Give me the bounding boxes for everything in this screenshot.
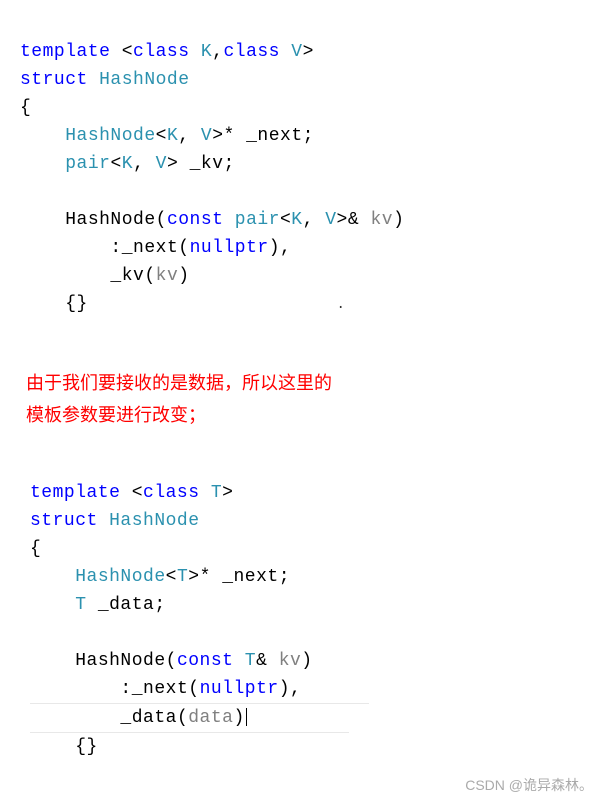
line: :_next(nullptr), xyxy=(20,238,291,258)
line: HashNode(const pair<K, V>& kv) xyxy=(20,210,404,230)
line: HashNode<K, V>* _next; xyxy=(20,126,314,146)
line: _data(data) xyxy=(30,708,349,728)
line: {} . xyxy=(20,294,345,314)
line: HashNode(const T& kv) xyxy=(30,651,313,671)
code-block-1: template <class K,class V> struct HashNo… xyxy=(20,10,583,347)
page: template <class K,class V> struct HashNo… xyxy=(0,0,603,803)
line: template <class K,class V> xyxy=(20,42,314,62)
text-cursor xyxy=(246,708,247,726)
watermark-text: CSDN @诡异森林。 xyxy=(465,775,593,795)
annotation-text: 由于我们要接收的是数据，所以这里的 模板参数要进行改变； xyxy=(20,367,583,431)
code-block-2: template <class T> struct HashNode { Has… xyxy=(20,451,583,789)
line: pair<K, V> _kv; xyxy=(20,154,235,174)
line: struct HashNode xyxy=(20,70,190,90)
line: :_next(nullptr), xyxy=(30,679,369,699)
annotation-line-1: 由于我们要接收的是数据，所以这里的 xyxy=(26,367,583,399)
line: struct HashNode xyxy=(30,511,200,531)
line: { xyxy=(20,98,31,118)
line: { xyxy=(30,539,41,559)
line: HashNode<T>* _next; xyxy=(30,567,290,587)
annotation-line-2: 模板参数要进行改变； xyxy=(26,399,583,431)
line: template <class T> xyxy=(30,483,233,503)
line: _kv(kv) xyxy=(20,266,190,286)
line: T _data; xyxy=(30,595,166,615)
line: {} xyxy=(30,737,98,757)
